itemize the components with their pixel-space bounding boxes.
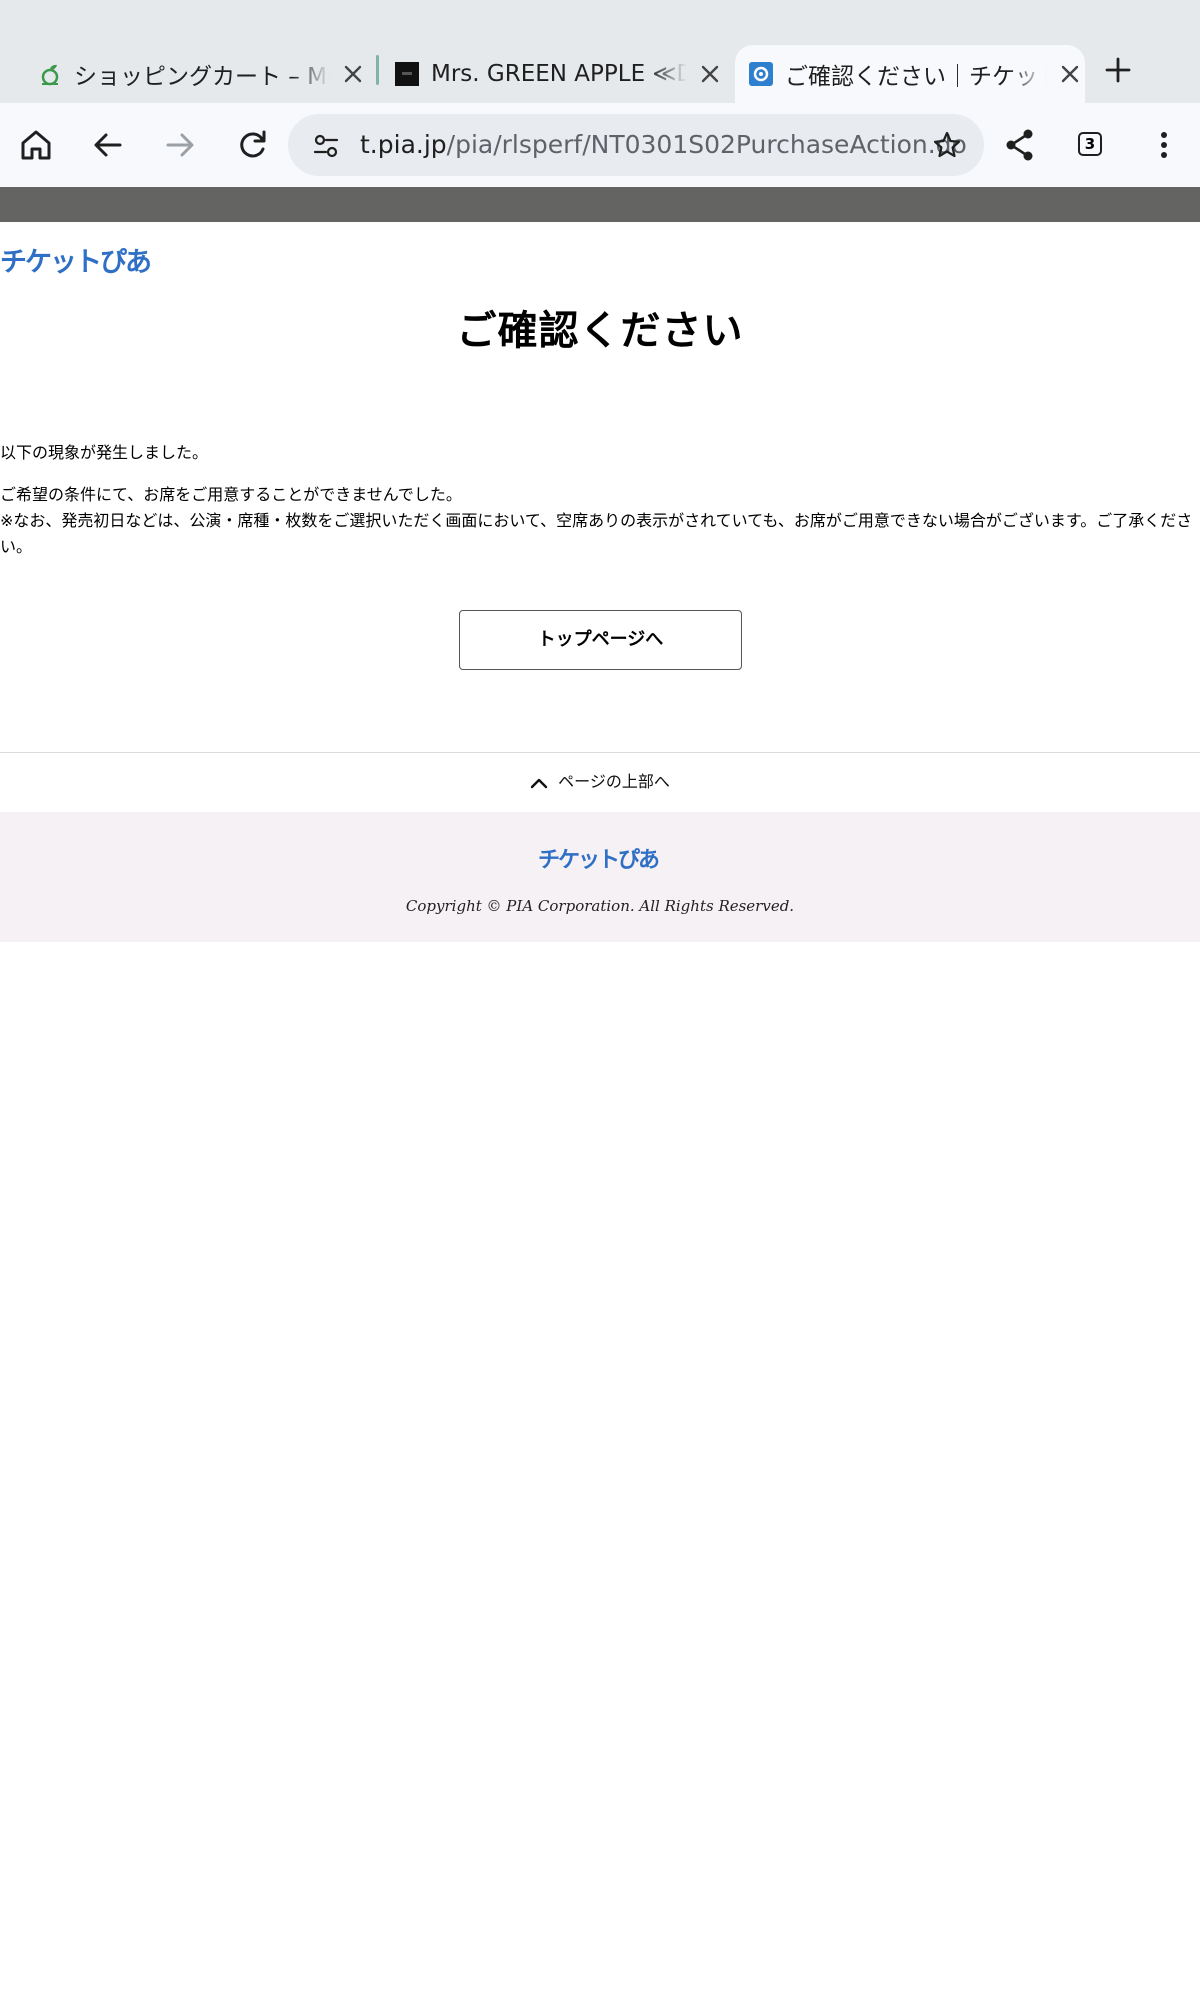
header-dark-bar <box>0 187 1200 222</box>
error-message-body: ご希望の条件にて、お席をご用意することができませんでした。 ※なお、発売初日など… <box>0 482 1200 560</box>
tab-title: ショッピングカート – Mrs. GREEN APPLE <box>74 64 330 90</box>
mga-favicon-icon <box>395 62 419 86</box>
tab-shopping-cart[interactable]: ショッピングカート – Mrs. GREEN APPLE <box>38 45 368 103</box>
tab-title: ご確認ください｜チケットぴあ <box>785 64 1047 90</box>
bookmark-star-icon[interactable] <box>932 130 962 160</box>
error-message-note: ※なお、発売初日などは、公演・席種・枚数をご選択いただく画面において、空席ありの… <box>0 511 1193 556</box>
url-path: /pia/rlsperf/NT0301S02PurchaseAction.do <box>446 130 967 159</box>
tab-group-separator <box>376 55 379 85</box>
ticket-pia-logo[interactable]: チケットぴあ <box>0 243 150 277</box>
footer-ticket-pia-logo[interactable]: チケットぴあ <box>538 842 662 872</box>
url-text[interactable]: t.pia.jp/pia/rlsperf/NT0301S02PurchaseAc… <box>360 114 967 176</box>
copyright: Copyright © PIA Corporation. All Rights … <box>405 897 795 915</box>
share-icon[interactable] <box>999 124 1041 166</box>
site-settings-icon[interactable] <box>312 132 340 160</box>
new-tab-plus-icon[interactable] <box>1102 54 1134 86</box>
tab-switcher-button[interactable]: 3 <box>1078 132 1102 156</box>
apple-leaf-favicon-icon <box>41 64 59 86</box>
page-top-link[interactable]: ページの上部へ <box>0 767 1200 797</box>
more-menu-icon[interactable] <box>1143 124 1185 166</box>
tab-title: Mrs. GREEN APPLE ≪DOME <box>431 61 687 87</box>
page-top-label: ページの上部へ <box>558 772 670 791</box>
address-bar[interactable]: t.pia.jp/pia/rlsperf/NT0301S02PurchaseAc… <box>288 114 984 176</box>
chevron-up-icon <box>530 778 548 788</box>
close-tab-icon[interactable] <box>695 59 725 89</box>
tab-count: 3 <box>1084 135 1096 153</box>
tab-active-confirm[interactable]: ご確認ください｜チケットぴあ <box>735 45 1085 103</box>
browser-tab-strip: ショッピングカート – Mrs. GREEN APPLE Mrs. GREEN … <box>0 0 1200 103</box>
pia-favicon-icon <box>749 62 773 86</box>
tab-mrs-green-apple[interactable]: Mrs. GREEN APPLE ≪DOME <box>395 45 725 103</box>
error-message-line: ご希望の条件にて、お席をご用意することができませんでした。 <box>0 485 462 504</box>
close-tab-icon[interactable] <box>338 59 368 89</box>
forward-arrow-icon[interactable] <box>159 124 201 166</box>
footer-logo-text: チケットぴあ <box>538 848 659 872</box>
browser-toolbar: t.pia.jp/pia/rlsperf/NT0301S02PurchaseAc… <box>0 103 1200 187</box>
footer: チケットぴあ Copyright © PIA Corporation. All … <box>0 812 1200 942</box>
logo-text: チケットぴあ <box>0 247 150 277</box>
url-host: t.pia.jp <box>360 130 447 159</box>
top-page-button[interactable]: トップページへ <box>459 610 742 670</box>
error-message-heading: 以下の現象が発生しました。 <box>0 443 209 462</box>
close-tab-icon[interactable] <box>1055 59 1085 89</box>
page-title: ご確認ください <box>456 308 744 354</box>
home-icon[interactable] <box>15 124 57 166</box>
divider <box>0 752 1200 753</box>
reload-icon[interactable] <box>231 124 273 166</box>
back-arrow-icon[interactable] <box>87 124 129 166</box>
